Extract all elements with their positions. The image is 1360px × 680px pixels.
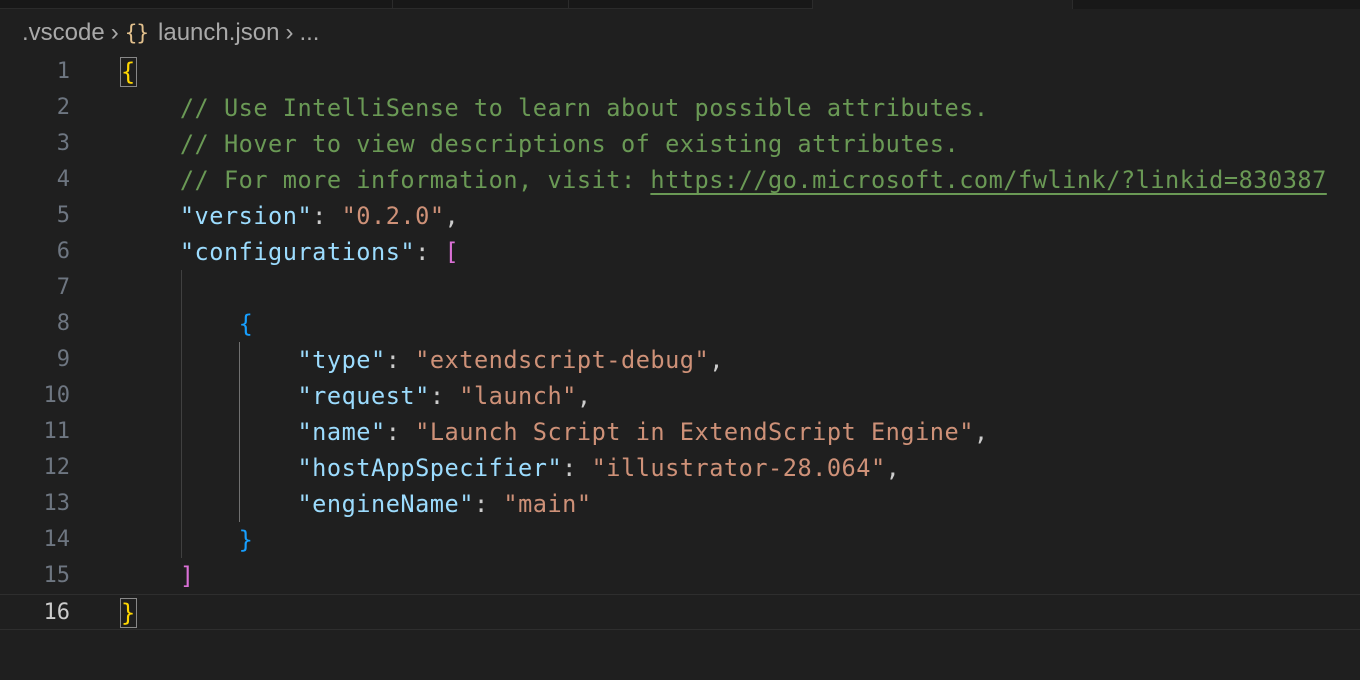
editor-tab[interactable] bbox=[0, 0, 393, 9]
line-number: 1 bbox=[56, 59, 70, 84]
code-line[interactable]: 7 bbox=[0, 270, 1360, 306]
open-bracket: [ bbox=[444, 238, 460, 266]
colon: : bbox=[385, 346, 416, 374]
code-text: // Hover to view descriptions of existin… bbox=[121, 126, 959, 162]
close-brace: } bbox=[120, 598, 137, 628]
code-text: "hostAppSpecifier": "illustrator-28.064"… bbox=[121, 450, 900, 486]
code-line[interactable]: 10 "request": "launch", bbox=[0, 378, 1360, 414]
json-key: "type" bbox=[297, 346, 386, 374]
code-line[interactable]: 2 // Use IntelliSense to learn about pos… bbox=[0, 90, 1360, 126]
code-line[interactable]: 8 { bbox=[0, 306, 1360, 342]
json-value: "launch" bbox=[459, 382, 577, 410]
json-value: "main" bbox=[503, 490, 592, 518]
json-file-icon: {} bbox=[124, 21, 149, 45]
open-brace: { bbox=[120, 57, 137, 87]
json-key: "engineName" bbox=[297, 490, 474, 518]
code-text: { bbox=[120, 54, 137, 90]
breadcrumb-file[interactable]: launch.json bbox=[158, 19, 279, 47]
comma: , bbox=[885, 454, 901, 482]
json-key: "version" bbox=[179, 202, 313, 230]
line-number: 15 bbox=[43, 563, 71, 588]
line-number: 14 bbox=[43, 527, 71, 552]
colon: : bbox=[473, 490, 504, 518]
json-value: "Launch Script in ExtendScript Engine" bbox=[415, 418, 974, 446]
breadcrumb: .vscode › {} launch.json › ... bbox=[22, 18, 319, 48]
code-text: } bbox=[120, 595, 137, 631]
line-number: 9 bbox=[56, 347, 70, 372]
comment: // Use IntelliSense to learn about possi… bbox=[179, 94, 989, 122]
comma: , bbox=[576, 382, 592, 410]
line-number: 16 bbox=[43, 600, 71, 625]
colon: : bbox=[429, 382, 460, 410]
line-number: 10 bbox=[43, 383, 71, 408]
line-number: 12 bbox=[43, 455, 71, 480]
code-text: } bbox=[121, 522, 253, 558]
code-text: "request": "launch", bbox=[121, 378, 592, 414]
code-line[interactable]: 1 { bbox=[0, 54, 1360, 90]
code-line[interactable]: 3 // Hover to view descriptions of exist… bbox=[0, 126, 1360, 162]
code-line[interactable]: 9 "type": "extendscript-debug", bbox=[0, 342, 1360, 378]
comment: // For more information, visit: bbox=[179, 166, 651, 194]
line-number: 13 bbox=[43, 491, 71, 516]
json-value: "extendscript-debug" bbox=[415, 346, 710, 374]
json-value: "0.2.0" bbox=[341, 202, 445, 230]
code-line[interactable]: 4 // For more information, visit: https:… bbox=[0, 162, 1360, 198]
code-line-current[interactable]: 16 } bbox=[0, 594, 1360, 630]
json-key: "hostAppSpecifier" bbox=[297, 454, 563, 482]
comma: , bbox=[709, 346, 724, 374]
line-number: 7 bbox=[56, 275, 70, 300]
code-text: { bbox=[121, 306, 253, 342]
code-line[interactable]: 13 "engineName": "main" bbox=[0, 486, 1360, 522]
editor-tab[interactable] bbox=[569, 0, 813, 9]
chevron-right-icon: › bbox=[110, 19, 119, 46]
comment: // Hover to view descriptions of existin… bbox=[179, 130, 960, 158]
editor-tab[interactable] bbox=[393, 0, 569, 9]
line-number: 11 bbox=[43, 419, 71, 444]
code-text: // Use IntelliSense to learn about possi… bbox=[121, 90, 989, 126]
json-key: "name" bbox=[297, 418, 386, 446]
close-bracket: ] bbox=[179, 562, 195, 590]
code-line[interactable]: 15 ] bbox=[0, 558, 1360, 594]
line-number: 8 bbox=[56, 311, 70, 336]
colon: : bbox=[415, 238, 445, 266]
code-line[interactable]: 11 "name": "Launch Script in ExtendScrip… bbox=[0, 414, 1360, 450]
close-brace: } bbox=[238, 526, 254, 554]
chevron-right-icon: › bbox=[285, 19, 294, 46]
line-number: 6 bbox=[56, 239, 70, 264]
comma: , bbox=[444, 202, 460, 230]
open-brace: { bbox=[238, 310, 254, 338]
code-text: ] bbox=[121, 558, 195, 594]
code-line[interactable]: 12 "hostAppSpecifier": "illustrator-28.0… bbox=[0, 450, 1360, 486]
code-text: "type": "extendscript-debug", bbox=[121, 342, 724, 378]
comment-link[interactable]: https://go.microsoft.com/fwlink/?linkid=… bbox=[650, 166, 1326, 194]
breadcrumb-symbol[interactable]: ... bbox=[299, 19, 319, 47]
code-text: // For more information, visit: https://… bbox=[121, 162, 1327, 198]
json-key: "configurations" bbox=[179, 238, 416, 266]
code-text: "engineName": "main" bbox=[121, 486, 592, 522]
line-number: 4 bbox=[56, 167, 70, 192]
colon: : bbox=[385, 418, 416, 446]
json-value: "illustrator-28.064" bbox=[591, 454, 886, 482]
code-editor[interactable]: 1 { 2 // Use IntelliSense to learn about… bbox=[0, 54, 1360, 630]
json-key: "request" bbox=[297, 382, 430, 410]
breadcrumb-folder[interactable]: .vscode bbox=[22, 19, 105, 47]
line-number: 2 bbox=[56, 95, 70, 120]
comma: , bbox=[973, 418, 989, 446]
code-text: "configurations": [ bbox=[121, 234, 459, 270]
code-text: "name": "Launch Script in ExtendScript E… bbox=[121, 414, 989, 450]
colon: : bbox=[562, 454, 592, 482]
code-line[interactable]: 14 } bbox=[0, 522, 1360, 558]
line-number: 5 bbox=[56, 203, 70, 228]
editor-tab-active[interactable] bbox=[813, 0, 1073, 9]
code-line[interactable]: 6 "configurations": [ bbox=[0, 234, 1360, 270]
tab-bar bbox=[0, 0, 1360, 9]
code-text: "version": "0.2.0", bbox=[121, 198, 459, 234]
code-line[interactable]: 5 "version": "0.2.0", bbox=[0, 198, 1360, 234]
colon: : bbox=[312, 202, 342, 230]
line-number: 3 bbox=[56, 131, 70, 156]
